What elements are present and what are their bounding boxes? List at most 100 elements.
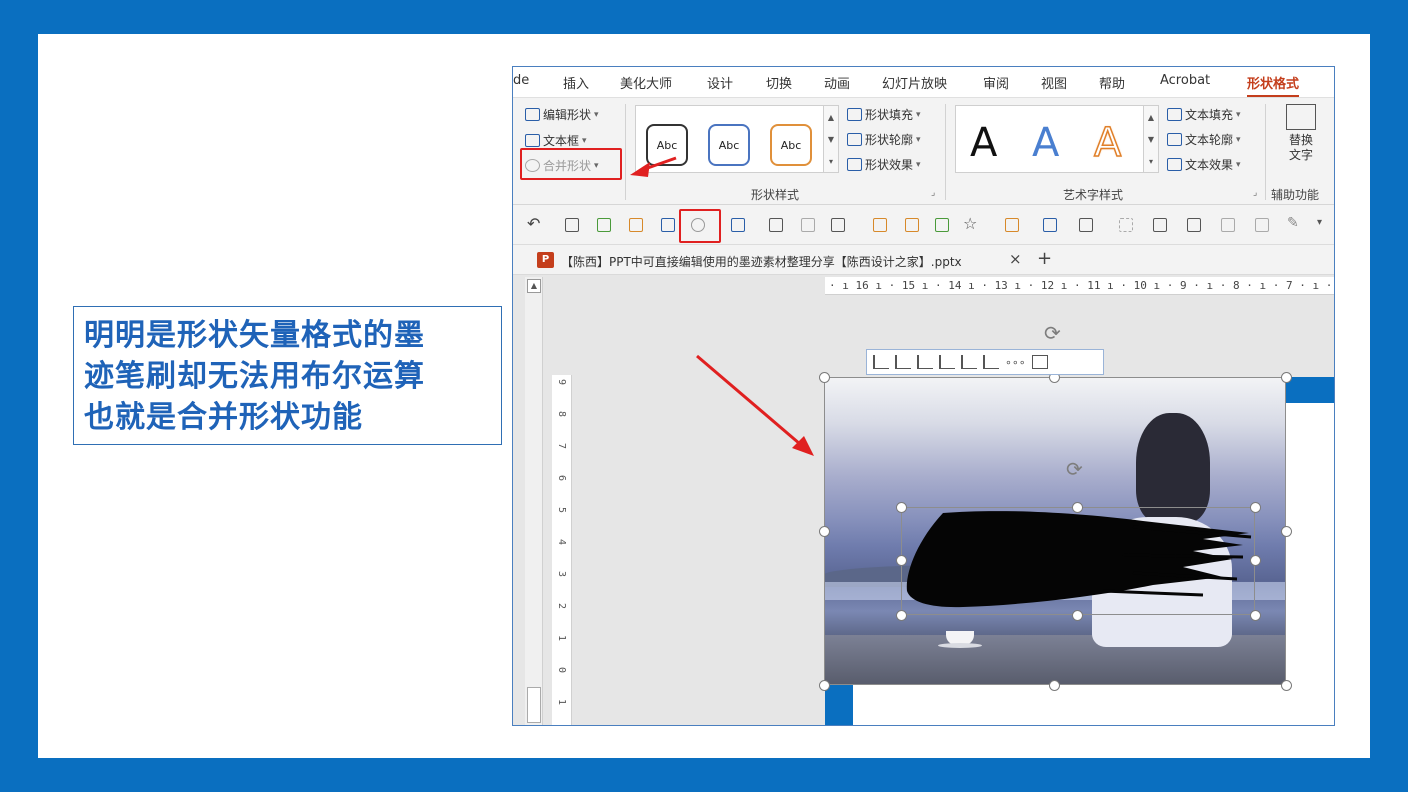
tab-insert[interactable]: 插入 [563, 73, 589, 92]
slide-workspace[interactable]: ▲ · ı 16 ı · 15 ı · 14 ı · 13 ı · 12 ı ·… [513, 275, 1334, 725]
tab-help[interactable]: 帮助 [1099, 73, 1125, 92]
distribute-vertical-icon[interactable] [1221, 218, 1235, 232]
chevron-up-icon[interactable]: ▲ [1148, 113, 1154, 122]
distribute-horizontal-icon[interactable] [1187, 218, 1201, 232]
group-divider [945, 104, 946, 200]
rotate-handle-icon[interactable]: ⟳ [1044, 321, 1061, 345]
animation-icon[interactable] [905, 218, 919, 232]
resize-handle[interactable] [1250, 502, 1261, 513]
wordart-gallery[interactable]: A A A ▲ ▼ ▾ [955, 105, 1159, 173]
shape-fill-button[interactable]: 形状填充 ▾ [847, 106, 921, 123]
tab-acrobat[interactable]: Acrobat [1160, 73, 1210, 88]
rotate-icon[interactable] [1079, 218, 1093, 232]
group-icon[interactable] [769, 218, 783, 232]
resize-handle[interactable] [1250, 555, 1261, 566]
resize-handle[interactable] [1281, 372, 1292, 383]
fill-icon[interactable] [1005, 218, 1019, 232]
customize-qat-icon[interactable]: ▾ [1317, 217, 1322, 228]
gallery-scroll[interactable]: ▲ ▼ ▾ [1143, 106, 1158, 172]
gallery-expand-icon[interactable]: ▾ [829, 157, 833, 166]
tab-shape-format[interactable]: 形状格式 [1247, 73, 1300, 98]
shape-style-blue[interactable]: Abc [708, 124, 750, 166]
resize-handle[interactable] [819, 372, 830, 383]
align-middle-icon[interactable] [1255, 218, 1269, 232]
chevron-up-icon[interactable]: ▲ [828, 113, 834, 122]
vertical-scrollbar[interactable]: ▲ [525, 277, 543, 725]
selection-pane-icon[interactable] [1031, 355, 1048, 369]
shape-style-orange[interactable]: Abc [770, 124, 812, 166]
quick-access-toolbar: ↶ ☆ ✎ ▾ [513, 205, 1334, 245]
chevron-down-icon[interactable]: ▼ [1148, 135, 1154, 144]
dialog-launcher-icon[interactable]: ⌟ [1253, 188, 1257, 198]
gallery-expand-icon[interactable]: ▾ [1149, 157, 1153, 166]
align-middle-icon[interactable] [983, 355, 999, 369]
ungroup-icon[interactable] [801, 218, 815, 232]
resize-handle[interactable] [819, 526, 830, 537]
wordart-blue[interactable]: A [1032, 120, 1059, 166]
text-outline-button[interactable]: 文本轮廓 ▾ [1167, 131, 1241, 148]
close-icon[interactable]: × [1009, 250, 1022, 268]
outline-icon[interactable] [1043, 218, 1057, 232]
resize-handle[interactable] [1250, 610, 1261, 621]
edit-shape-button[interactable]: 编辑形状 ▾ [525, 106, 599, 123]
text-effects-button[interactable]: 文本效果 ▾ [1167, 156, 1241, 173]
shape-outline-button[interactable]: 形状轮廓 ▾ [847, 131, 921, 148]
shape-style-gallery[interactable]: Abc Abc Abc ▲ ▼ ▾ [635, 105, 839, 173]
shape-style-dark[interactable]: Abc [646, 124, 688, 166]
align-top-icon[interactable] [917, 355, 933, 369]
slide-icon[interactable] [661, 218, 675, 232]
tab-design[interactable]: 设计 [707, 73, 733, 92]
tab-animation[interactable]: 动画 [824, 73, 850, 92]
align-center-icon[interactable] [1153, 218, 1167, 232]
scroll-up-icon[interactable]: ▲ [527, 279, 541, 293]
resize-handle[interactable] [896, 610, 907, 621]
shape-effects-button[interactable]: 形状效果 ▾ [847, 156, 921, 173]
tab-beautify[interactable]: 美化大师 [620, 73, 672, 92]
tab-view[interactable]: 视图 [1041, 73, 1067, 92]
resize-handle[interactable] [1072, 502, 1083, 513]
text-fill-button[interactable]: 文本填充 ▾ [1167, 106, 1241, 123]
alt-text-label-1: 替换 [1288, 133, 1313, 147]
resize-handle[interactable] [1281, 526, 1292, 537]
rotate-handle-icon[interactable]: ⟳ [1066, 457, 1083, 481]
scroll-thumb[interactable] [527, 687, 541, 723]
resize-handle[interactable] [1072, 610, 1083, 621]
shape-icon[interactable] [831, 218, 845, 232]
dialog-launcher-icon[interactable]: ⌟ [931, 188, 935, 198]
merge-shapes-highlight [520, 148, 622, 180]
layout-icon[interactable] [597, 218, 611, 232]
align-left-icon[interactable] [873, 355, 889, 369]
star-icon[interactable]: ☆ [963, 214, 977, 233]
resize-handle[interactable] [819, 680, 830, 691]
resize-handle[interactable] [896, 555, 907, 566]
chevron-down-icon[interactable]: ▼ [828, 135, 834, 144]
more-options-icon[interactable]: ∘∘∘ [1005, 356, 1026, 369]
align-icon[interactable] [935, 218, 949, 232]
new-tab-icon[interactable]: + [1037, 248, 1052, 269]
gallery-scroll[interactable]: ▲ ▼ ▾ [823, 106, 838, 172]
resize-handle[interactable] [1049, 680, 1060, 691]
tab-review[interactable]: 审阅 [983, 73, 1009, 92]
align-center-icon[interactable] [961, 355, 977, 369]
tab-partial[interactable]: de [513, 73, 529, 88]
merge-shapes-qat-highlight [679, 209, 721, 243]
align-right-icon[interactable] [895, 355, 911, 369]
bring-forward-icon[interactable] [629, 218, 643, 232]
wordart-orange[interactable]: A [1093, 119, 1122, 167]
format-painter-icon[interactable]: ✎ [1287, 215, 1299, 231]
undo-icon[interactable]: ↶ [527, 214, 540, 233]
tab-transition[interactable]: 切换 [766, 73, 792, 92]
resize-handle[interactable] [896, 502, 907, 513]
selection-pane-icon[interactable] [873, 218, 887, 232]
tab-slideshow[interactable]: 幻灯片放映 [882, 73, 947, 92]
resize-handle[interactable] [1281, 680, 1292, 691]
document-tab-title[interactable]: 【陈西】PPT中可直接编辑使用的墨迹素材整理分享【陈西设计之家】.pptx [561, 253, 962, 270]
text-box-icon[interactable] [731, 218, 745, 232]
align-bottom-icon[interactable] [939, 355, 955, 369]
wordart-black[interactable]: A [970, 120, 997, 166]
crop-icon[interactable] [1119, 218, 1133, 232]
alt-text-button[interactable]: 替换 文字 [1279, 104, 1323, 172]
presentation-icon[interactable] [565, 218, 579, 232]
chevron-down-icon: ▾ [1236, 109, 1241, 120]
text-box-button[interactable]: 文本框 ▾ [525, 132, 587, 149]
